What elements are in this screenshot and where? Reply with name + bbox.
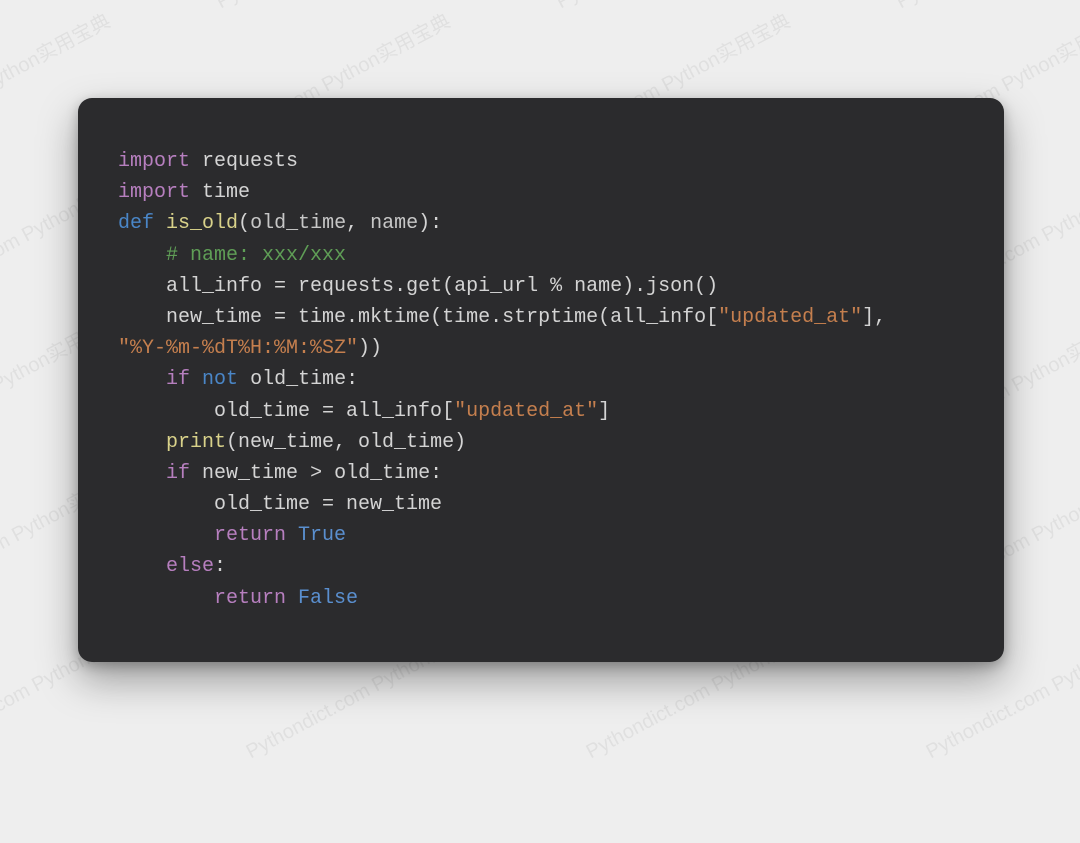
paren: ( xyxy=(238,212,250,235)
const: True xyxy=(298,524,346,547)
expr: ] xyxy=(598,400,610,423)
watermark: Pythondict.com Python实用宝典 xyxy=(0,0,135,14)
kw-if: if xyxy=(166,368,190,391)
ident: old_time xyxy=(214,493,310,516)
module-name: time xyxy=(202,181,250,204)
expr: time.mktime(time.strptime(all_info[ xyxy=(298,306,718,329)
code-card: import requests import time def is_old(o… xyxy=(78,98,1004,662)
expr: )) xyxy=(358,337,382,360)
ident: all_info xyxy=(166,275,262,298)
module-name: requests xyxy=(202,150,298,173)
expr: requests.get(api_url % name).json() xyxy=(298,275,718,298)
watermark: Pythondict.com Python实用宝典 xyxy=(890,0,1080,14)
expr: old_time: xyxy=(250,368,358,391)
op: = xyxy=(310,400,346,423)
args: (new_time, old_time) xyxy=(226,431,466,454)
func-name: is_old xyxy=(166,212,238,235)
kw-import: import xyxy=(118,150,190,173)
op: = xyxy=(262,306,298,329)
string: "%Y-%m-%dT%H:%M:%SZ" xyxy=(118,337,358,360)
watermark: Pythondict.com Python实用宝典 xyxy=(210,0,475,14)
colon: : xyxy=(430,212,442,235)
ident: new_time xyxy=(346,493,442,516)
kw-if: if xyxy=(166,462,190,485)
const: False xyxy=(298,587,358,610)
param: old_time xyxy=(250,212,346,235)
param: name xyxy=(370,212,418,235)
string: "updated_at" xyxy=(454,400,598,423)
colon: : xyxy=(214,555,226,578)
paren: ) xyxy=(418,212,430,235)
ident: new_time xyxy=(166,306,262,329)
kw-not: not xyxy=(202,368,238,391)
string: "updated_at" xyxy=(718,306,862,329)
watermark: Pythondict.com Python实用宝典 xyxy=(550,0,815,14)
kw-import: import xyxy=(118,181,190,204)
expr: ], xyxy=(862,306,886,329)
code-block: import requests import time def is_old(o… xyxy=(118,146,964,614)
kw-return: return xyxy=(214,524,286,547)
expr: new_time > old_time: xyxy=(202,462,442,485)
ident: old_time xyxy=(214,400,310,423)
kw-return: return xyxy=(214,587,286,610)
op: = xyxy=(262,275,298,298)
op: = xyxy=(310,493,346,516)
comment: # name: xxx/xxx xyxy=(166,244,346,267)
expr: all_info[ xyxy=(346,400,454,423)
kw-else: else xyxy=(166,555,214,578)
kw-def: def xyxy=(118,212,154,235)
comma: , xyxy=(346,212,370,235)
builtin: print xyxy=(166,431,226,454)
